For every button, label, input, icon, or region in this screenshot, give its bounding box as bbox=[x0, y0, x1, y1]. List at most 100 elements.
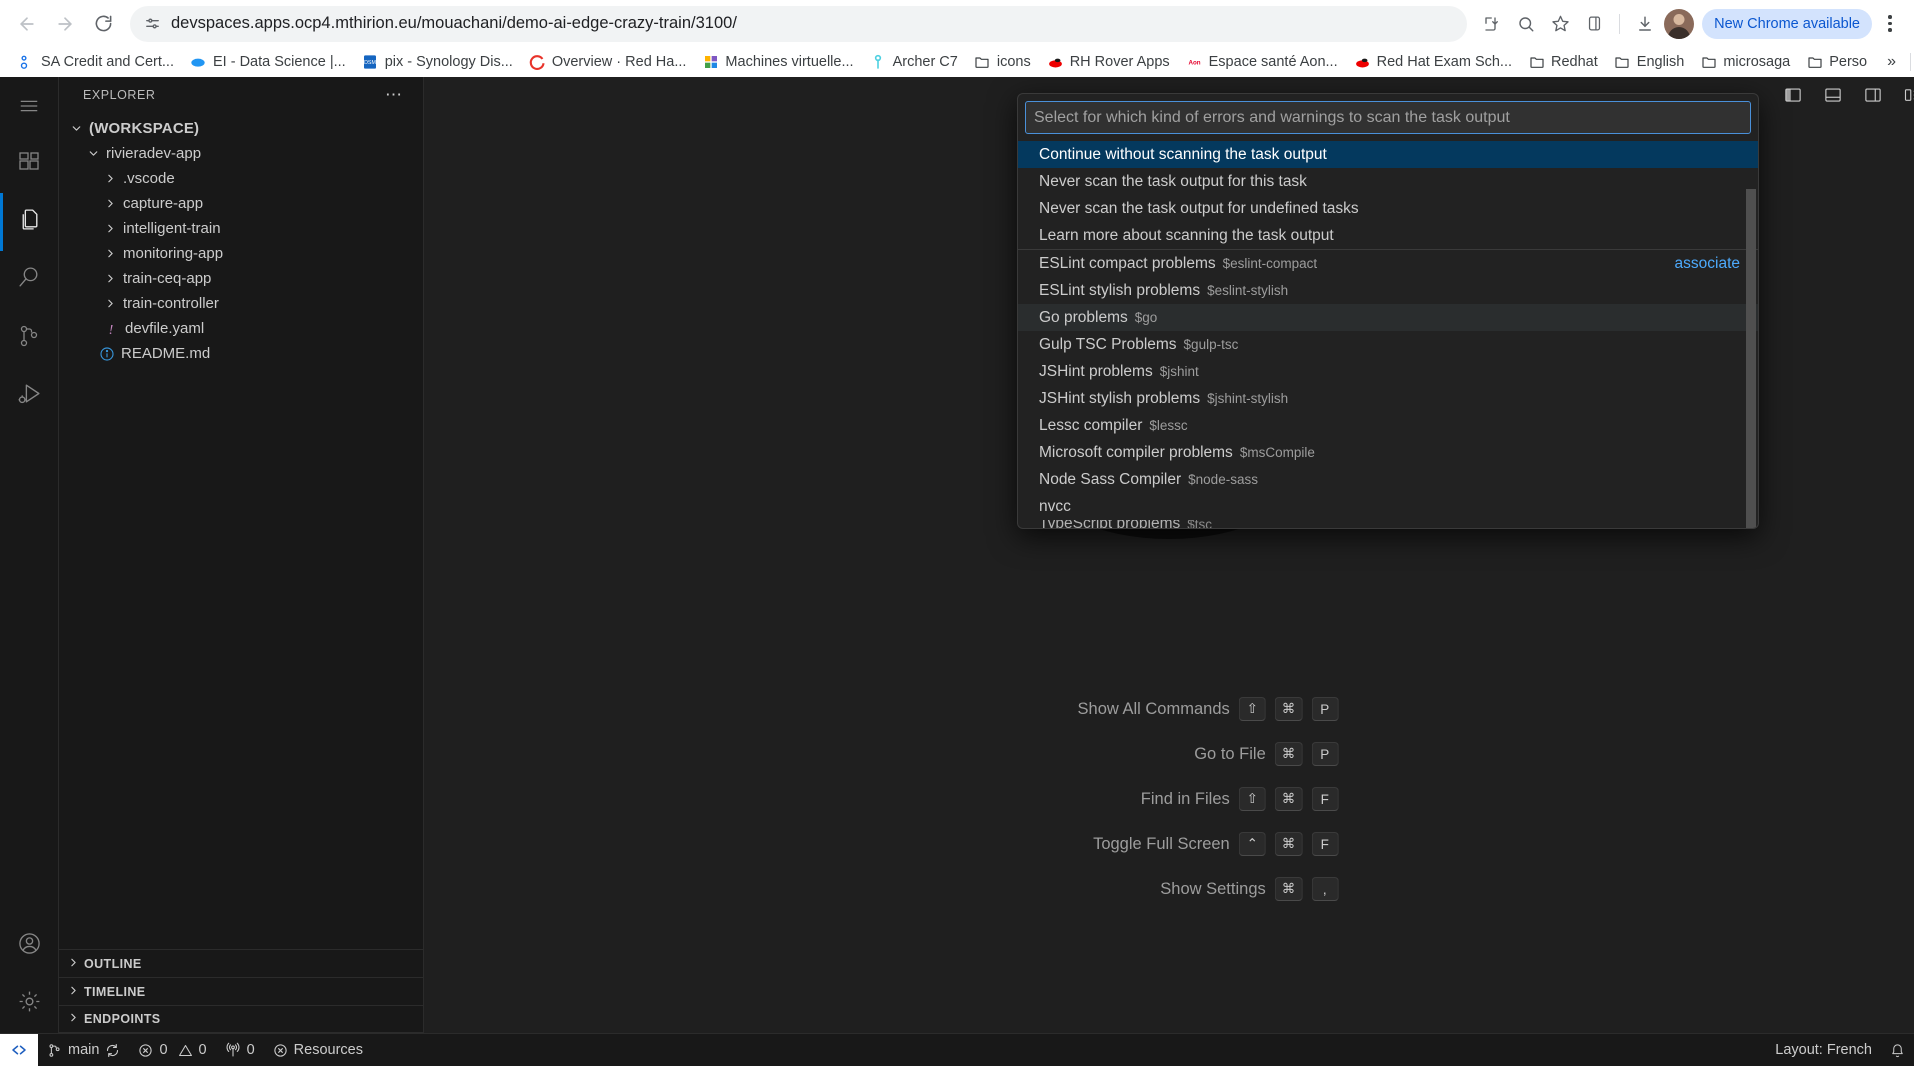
omnibox[interactable]: devspaces.apps.ocp4.mthirion.eu/mouachan… bbox=[130, 6, 1467, 42]
bookmark-item[interactable]: Machines virtuelle... bbox=[694, 51, 861, 74]
tree-item-train-controller[interactable]: train-controller bbox=[59, 291, 423, 316]
bookmark-item[interactable]: SA Credit and Cert... bbox=[10, 51, 182, 74]
ellipsis-icon[interactable]: ⋯ bbox=[385, 90, 403, 100]
sidebar-item-explorer[interactable] bbox=[0, 193, 59, 251]
keyboard-layout-indicator[interactable]: Layout: French bbox=[1766, 1034, 1881, 1066]
quick-pick-item[interactable]: Go problems $go bbox=[1018, 304, 1758, 331]
quick-pick-item[interactable]: TypeScript problems $tsc bbox=[1018, 520, 1758, 528]
scrollbar-thumb[interactable] bbox=[1746, 189, 1756, 528]
quick-pick-item[interactable]: Learn more about scanning the task outpu… bbox=[1018, 222, 1758, 249]
item-description: $lessc bbox=[1149, 418, 1187, 433]
quick-pick-item[interactable]: ESLint stylish problems $eslint-stylish bbox=[1018, 277, 1758, 304]
tree-item-rivieradev-app[interactable]: rivieradev-app bbox=[59, 141, 423, 166]
bookmark-item[interactable]: microsaga bbox=[1692, 51, 1798, 74]
tree-item-devfile-yaml[interactable]: ! devfile.yaml bbox=[59, 316, 423, 341]
toggle-primary-sidebar-icon[interactable] bbox=[1780, 82, 1806, 108]
site-settings-icon[interactable] bbox=[144, 15, 161, 32]
tree-item-label: rivieradev-app bbox=[106, 145, 201, 162]
quick-pick-item[interactable]: Continue without scanning the task outpu… bbox=[1018, 141, 1758, 168]
section-timeline[interactable]: TIMELINE bbox=[59, 977, 423, 1005]
quick-pick-item[interactable]: Lessc compiler $lessc bbox=[1018, 412, 1758, 439]
tree-item-readme-md[interactable]: README.md bbox=[59, 341, 423, 366]
quick-pick-item[interactable]: Microsoft compiler problems $msCompile bbox=[1018, 439, 1758, 466]
section-endpoints[interactable]: ENDPOINTS bbox=[59, 1005, 423, 1033]
chrome-update-button[interactable]: New Chrome available bbox=[1702, 9, 1872, 39]
chevron-right-icon[interactable] bbox=[101, 172, 119, 185]
manage-settings-button[interactable] bbox=[0, 975, 59, 1033]
chevron-right-icon[interactable] bbox=[101, 297, 119, 310]
bookmark-item[interactable]: EI - Data Science |... bbox=[182, 51, 354, 74]
associate-link[interactable]: associate bbox=[1675, 255, 1740, 273]
reload-icon[interactable] bbox=[86, 7, 120, 41]
bookmark-item[interactable]: icons bbox=[966, 51, 1039, 74]
quick-pick-item[interactable]: Never scan the task output for this task bbox=[1018, 168, 1758, 195]
profile-avatar[interactable] bbox=[1664, 9, 1694, 39]
accounts-button[interactable] bbox=[0, 917, 59, 975]
bookmark-item[interactable]: DSM pix - Synology Dis... bbox=[354, 51, 521, 74]
hamburger-menu-icon[interactable] bbox=[0, 77, 59, 135]
bookmark-item[interactable]: Overview · Red Ha... bbox=[521, 51, 695, 74]
sidebar-item-search[interactable] bbox=[0, 251, 59, 309]
chevron-down-icon[interactable] bbox=[67, 122, 85, 135]
toggle-secondary-sidebar-icon[interactable] bbox=[1860, 82, 1886, 108]
quick-pick-item[interactable]: ESLint compact problems $eslint-compact … bbox=[1018, 249, 1758, 277]
remote-host-indicator[interactable] bbox=[0, 1034, 38, 1066]
sidebar-item-run-and-debug[interactable] bbox=[0, 367, 59, 425]
toggle-panel-icon[interactable] bbox=[1820, 82, 1846, 108]
item-label: Gulp TSC Problems bbox=[1039, 336, 1177, 354]
bookmarks-overflow-button[interactable]: » bbox=[1879, 50, 1904, 74]
branch-name: main bbox=[68, 1042, 99, 1058]
bookmark-item[interactable]: RH Rover Apps bbox=[1039, 51, 1178, 74]
downloads-icon[interactable] bbox=[1630, 9, 1660, 39]
sidebar-item-extensions[interactable] bbox=[0, 135, 59, 193]
three-dot-menu-icon[interactable] bbox=[1876, 9, 1904, 39]
sidebar-title: EXPLORER bbox=[83, 88, 155, 102]
tree-item-train-ceq-app[interactable]: train-ceq-app bbox=[59, 266, 423, 291]
item-description: $jshint bbox=[1160, 364, 1199, 379]
tree-item-label: train-ceq-app bbox=[123, 270, 211, 287]
notifications-button[interactable] bbox=[1881, 1034, 1914, 1066]
bookmark-item[interactable]: Archer C7 bbox=[862, 51, 966, 74]
star-icon[interactable] bbox=[1545, 9, 1575, 39]
sidebar-item-source-control[interactable] bbox=[0, 309, 59, 367]
forward-arrow-icon[interactable] bbox=[48, 7, 82, 41]
bell-icon bbox=[1890, 1043, 1905, 1058]
sync-icon[interactable] bbox=[105, 1043, 120, 1058]
quick-pick-item[interactable]: JSHint stylish problems $jshint-stylish bbox=[1018, 385, 1758, 412]
item-label: Never scan the task output for undefined… bbox=[1039, 200, 1359, 218]
tree-item-workspace[interactable]: (WORKSPACE) bbox=[59, 116, 423, 141]
quick-pick-item[interactable]: Never scan the task output for undefined… bbox=[1018, 195, 1758, 222]
quick-pick-item[interactable]: Gulp TSC Problems $gulp-tsc bbox=[1018, 331, 1758, 358]
tree-item-monitoring-app[interactable]: monitoring-app bbox=[59, 241, 423, 266]
bookmark-item[interactable]: Redhat bbox=[1520, 51, 1606, 74]
bookmark-item[interactable]: Aon Espace santé Aon... bbox=[1178, 51, 1346, 74]
zoom-icon[interactable] bbox=[1511, 9, 1541, 39]
side-panel-icon[interactable] bbox=[1579, 9, 1609, 39]
problems-indicator[interactable]: 0 0 bbox=[129, 1034, 215, 1066]
install-app-icon[interactable] bbox=[1477, 9, 1507, 39]
resources-indicator[interactable]: Resources bbox=[264, 1034, 372, 1066]
tree-item-capture-app[interactable]: capture-app bbox=[59, 191, 423, 216]
tree-item-intelligent-train[interactable]: intelligent-train bbox=[59, 216, 423, 241]
ports-indicator[interactable]: 0 bbox=[216, 1034, 264, 1066]
chevron-right-icon[interactable] bbox=[101, 197, 119, 210]
chevron-right-icon[interactable] bbox=[101, 272, 119, 285]
quick-pick-input[interactable] bbox=[1025, 101, 1751, 134]
section-outline[interactable]: OUTLINE bbox=[59, 949, 423, 977]
quick-pick-item[interactable]: Node Sass Compiler $node-sass bbox=[1018, 466, 1758, 493]
bookmarks-divider bbox=[1910, 53, 1911, 71]
error-circle-icon bbox=[138, 1043, 153, 1058]
bookmark-item[interactable]: English bbox=[1606, 51, 1693, 74]
branch-indicator[interactable]: main bbox=[38, 1034, 129, 1066]
tree-item-vscode[interactable]: .vscode bbox=[59, 166, 423, 191]
chevron-down-icon[interactable] bbox=[84, 147, 102, 160]
quick-pick-scrollbar[interactable] bbox=[1747, 141, 1757, 511]
chevron-right-icon[interactable] bbox=[101, 247, 119, 260]
quick-pick-item[interactable]: nvcc bbox=[1018, 493, 1758, 520]
bookmark-item[interactable]: Red Hat Exam Sch... bbox=[1346, 51, 1520, 74]
chevron-right-icon[interactable] bbox=[101, 222, 119, 235]
back-arrow-icon[interactable] bbox=[10, 7, 44, 41]
quick-pick-item[interactable]: JSHint problems $jshint bbox=[1018, 358, 1758, 385]
bookmark-item[interactable]: Perso bbox=[1798, 51, 1875, 74]
customize-layout-icon[interactable] bbox=[1900, 82, 1914, 108]
